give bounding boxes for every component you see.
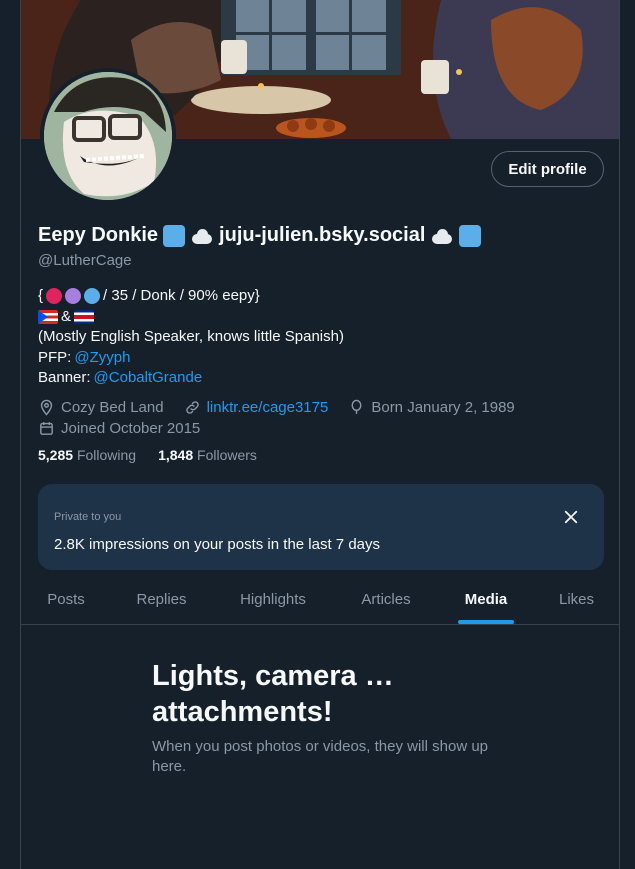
tab-likes[interactable]: Likes [534, 575, 619, 624]
tab-label: Articles [361, 591, 411, 608]
display-name-bsky-text: juju-julien.bsky.social [219, 224, 426, 246]
private-impressions-card[interactable]: Private to you 2.8K impressions on your … [38, 484, 604, 570]
bio-line-3: (Mostly English Speaker, knows little Sp… [38, 328, 344, 345]
calendar-icon [40, 422, 53, 435]
profile-column: Edit profile Eepy Donkie juju-julien.bsk… [20, 0, 620, 869]
pfp-credit-link[interactable]: @Zyyph [74, 348, 130, 369]
red-heart-emoji-icon [46, 288, 63, 305]
tab-media[interactable]: Media [438, 575, 534, 624]
empty-media-title: Lights, camera … attachments! [152, 660, 394, 728]
following-label: Following [76, 447, 137, 463]
active-tab-indicator [458, 620, 514, 624]
close-icon[interactable] [562, 508, 580, 526]
joined-text: Joined October 2015 [61, 420, 201, 437]
blue-square-emoji-icon [163, 224, 186, 247]
tab-replies[interactable]: Replies [111, 575, 212, 624]
display-name-text: Eepy Donkie [38, 224, 159, 246]
tab-articles[interactable]: Articles [334, 575, 438, 624]
followers-label: Followers [197, 447, 257, 463]
tab-label: Posts [47, 591, 85, 608]
following-count: 5,285 [38, 447, 74, 463]
profile-meta: Cozy Bed Land linktr.ee/cage3175 Born Ja… [38, 397, 598, 439]
tab-label: Replies [136, 591, 187, 608]
balloon-icon [351, 399, 362, 414]
bio-brace: { [38, 287, 44, 304]
location-text: Cozy Bed Land [61, 399, 164, 416]
bio-line-1: / 35 / Donk / 90% eepy} [103, 287, 260, 304]
banner-credit-link[interactable]: @CobaltGrande [94, 368, 203, 389]
tab-label: Media [464, 591, 508, 608]
bio-banner-label: Banner: [38, 369, 91, 386]
edit-profile-button[interactable]: Edit profile [491, 151, 604, 187]
display-name: Eepy Donkie juju-julien.bsky.social [38, 224, 482, 247]
blue-heart-emoji-icon [84, 288, 101, 305]
cloud-emoji-icon [430, 228, 454, 244]
bio-ampersand: & [61, 307, 72, 325]
puerto-rico-flag-icon [38, 309, 58, 324]
link-icon [185, 401, 199, 414]
birthday-text: Born January 2, 1989 [371, 399, 515, 416]
website-link[interactable]: linktr.ee/cage3175 [207, 399, 329, 416]
cloud-emoji-icon [190, 228, 214, 244]
profile-avatar[interactable] [40, 68, 176, 204]
tab-posts[interactable]: Posts [21, 575, 111, 624]
empty-media-subtitle: When you post photos or videos, they wil… [152, 738, 489, 775]
profile-bio: { / 35 / Donk / 90% eepy} & (Mostly Engl… [38, 286, 598, 389]
followers-link[interactable]: 1,848 Followers [158, 447, 257, 463]
blue-square-emoji-icon [459, 224, 482, 247]
tab-label: Likes [558, 591, 595, 608]
costa-rica-flag-icon [74, 309, 95, 324]
impressions-text: 2.8K impressions on your posts in the la… [54, 536, 381, 553]
tab-highlights[interactable]: Highlights [212, 575, 334, 624]
tab-label: Highlights [240, 591, 306, 608]
purple-heart-emoji-icon [65, 288, 82, 305]
location-icon [40, 399, 53, 416]
bio-pfp-label: PFP: [38, 348, 72, 366]
follow-stats: 5,285 Following 1,848 Followers [38, 447, 257, 463]
user-handle: @LutherCage [38, 252, 132, 269]
private-label: Private to you [54, 511, 122, 523]
followers-count: 1,848 [158, 447, 194, 463]
following-link[interactable]: 5,285 Following [38, 447, 136, 463]
profile-tabs: Posts Replies Highlights Articles Media … [21, 575, 619, 625]
